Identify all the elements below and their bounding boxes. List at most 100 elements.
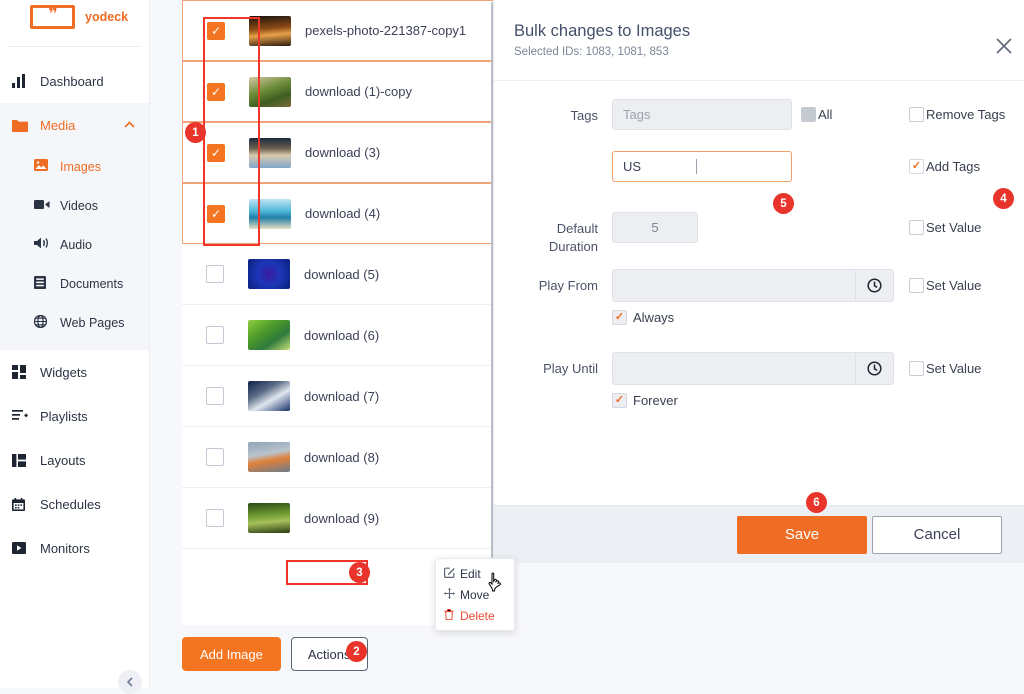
actions-context-menu: Edit Move Delete [435,558,515,631]
row-checkbox[interactable] [206,265,224,283]
default-duration-set-value-checkbox[interactable] [909,220,924,235]
sidebar-item-label: Audio [60,238,92,252]
chevron-up-icon[interactable] [124,120,135,131]
context-menu-item-delete[interactable]: Delete [436,605,514,626]
play-until-set-value-control: Set Value [909,361,981,376]
sidebar-item-videos[interactable]: Videos [0,186,149,225]
row-checkbox[interactable]: ✓ [207,205,225,223]
audio-icon [34,237,54,252]
media-list-panel: ✓ pexels-photo-221387-copy1 ✓ download (… [150,0,494,688]
default-duration-value: 5 [651,220,658,235]
forever-checkbox[interactable]: ✓ [612,393,627,408]
play-until-set-value-checkbox[interactable] [909,361,924,376]
layouts-icon [12,454,34,467]
trash-icon [444,609,460,623]
sidebar-collapse-button[interactable] [118,670,142,694]
add-image-button[interactable]: Add Image [182,637,281,671]
folder-icon [12,119,34,132]
sidebar-item-images[interactable]: Images [0,147,149,186]
sidebar-media-children: Images Videos Audio Documents Web Pages [0,147,149,350]
default-duration-input[interactable]: 5 [612,212,698,243]
sidebar-item-schedules[interactable]: Schedules [0,482,149,526]
row-name: download (7) [304,389,379,404]
table-row[interactable]: download (8) [182,427,494,488]
default-duration-label-line2: Duration [494,238,598,256]
row-checkbox[interactable] [206,509,224,527]
row-checkbox[interactable] [206,326,224,344]
close-icon[interactable] [990,36,1018,64]
brand-name: yodeck [85,10,128,24]
add-tags-checkbox[interactable]: ✓ [909,159,924,174]
row-thumbnail [249,199,291,229]
table-row[interactable]: ✓ download (4) [182,183,494,244]
media-list: ✓ pexels-photo-221387-copy1 ✓ download (… [182,0,494,625]
table-row[interactable]: ✓ download (1)-copy [182,61,494,122]
field-row-play-until: Play Until ✓ Forever Set Value [494,352,1024,435]
row-checkbox[interactable]: ✓ [207,83,225,101]
always-checkbox[interactable]: ✓ [612,310,627,325]
row-name: download (9) [304,511,379,526]
table-row[interactable]: download (6) [182,305,494,366]
all-checkbox[interactable] [801,107,816,122]
row-thumbnail [249,16,291,46]
clock-icon[interactable] [856,352,894,385]
sidebar-item-label: Schedules [40,497,101,512]
row-thumbnail [248,259,290,289]
remove-tags-checkbox[interactable] [909,107,924,122]
media-list-footer: Add Image Actions [182,637,368,671]
sidebar-item-audio[interactable]: Audio [0,225,149,264]
row-name: download (3) [305,145,380,160]
row-name: pexels-photo-221387-copy1 [305,23,466,38]
row-thumbnail [248,442,290,472]
sidebar-item-documents[interactable]: Documents [0,264,149,303]
annotation-badge-4: 4 [993,188,1014,209]
context-menu-item-label: Edit [460,567,481,581]
brand-logo[interactable]: ❞ yodeck [0,0,149,34]
sidebar-item-label: Web Pages [60,316,124,330]
sidebar-item-media[interactable]: Media [0,103,149,147]
sidebar-item-web-pages[interactable]: Web Pages [0,303,149,342]
row-thumbnail [249,138,291,168]
sidebar-item-layouts[interactable]: Layouts [0,438,149,482]
table-row[interactable]: download (7) [182,366,494,427]
row-checkbox-cell [182,326,248,344]
context-menu-item-label: Delete [460,609,495,623]
add-tags-label: Add Tags [926,159,980,174]
sidebar-item-dashboard[interactable]: Dashboard [0,59,149,103]
table-row[interactable]: ✓ download (3) [182,122,494,183]
play-until-input[interactable] [612,352,856,385]
chevron-left-icon [126,677,134,687]
document-icon [34,276,54,292]
row-checkbox[interactable]: ✓ [207,144,225,162]
row-thumbnail [249,77,291,107]
field-row-play-from: Play From ✓ Always Set Value [494,269,1024,352]
table-row[interactable]: download (9) [182,488,494,549]
sidebar: ❞ yodeck Dashboard Media Images [0,0,150,688]
add-tags-control: ✓ Add Tags [909,159,980,174]
video-icon [34,199,54,213]
table-row[interactable]: ✓ pexels-photo-221387-copy1 [182,0,494,61]
tags-control: Tags All [612,99,832,130]
row-checkbox[interactable]: ✓ [207,22,225,40]
row-checkbox[interactable] [206,387,224,405]
row-checkbox-cell [182,509,248,527]
play-from-input[interactable] [612,269,856,302]
tag-value-input[interactable]: US [612,151,792,182]
sidebar-item-widgets[interactable]: Widgets [0,350,149,394]
sidebar-item-monitors[interactable]: Monitors [0,526,149,570]
annotation-badge-5: 5 [773,193,794,214]
tags-input[interactable]: Tags [612,99,792,130]
forever-label: Forever [633,393,678,408]
row-checkbox[interactable] [206,448,224,466]
table-row[interactable]: download (5) [182,244,494,305]
tag-value-control: US [612,151,792,182]
dialog-subtitle: Selected IDs: 1083, 1081, 853 [514,46,1000,58]
play-from-set-value-checkbox[interactable] [909,278,924,293]
sidebar-item-label: Media [40,118,75,133]
clock-icon[interactable] [856,269,894,302]
sidebar-item-label: Widgets [40,365,87,380]
cancel-button[interactable]: Cancel [872,516,1002,554]
sidebar-item-playlists[interactable]: Playlists [0,394,149,438]
annotation-badge-2: 2 [346,641,367,662]
save-button[interactable]: Save [737,516,867,554]
